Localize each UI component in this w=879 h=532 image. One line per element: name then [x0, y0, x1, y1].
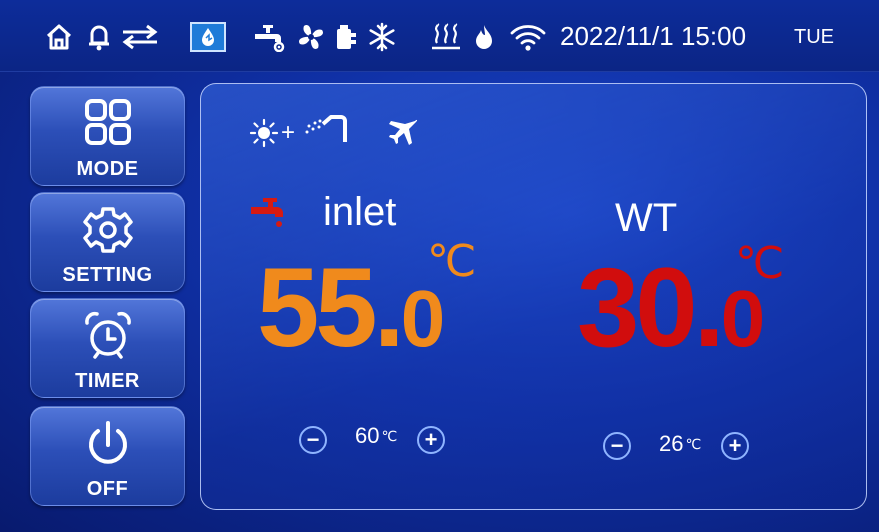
inlet-decrease-button[interactable]: −	[299, 426, 327, 454]
sun-icon	[249, 118, 279, 148]
inlet-increase-button[interactable]: +	[417, 426, 445, 454]
mode-label: MODE	[76, 158, 139, 180]
wt-setpoint-value: 26	[659, 431, 684, 456]
airplane-icon	[387, 118, 419, 148]
off-label: OFF	[86, 478, 129, 500]
inlet-temp-decimal: 0	[400, 274, 445, 363]
grid-icon	[31, 97, 184, 151]
setting-button[interactable]: SETTING	[30, 192, 185, 292]
power-button[interactable]: OFF	[30, 406, 185, 506]
wt-increase-button[interactable]: +	[721, 432, 749, 460]
inlet-temperature: 55.0	[257, 252, 445, 364]
wt-temp-unit: ℃	[735, 239, 785, 288]
timer-button[interactable]: TIMER	[30, 298, 185, 398]
setting-label: SETTING	[62, 264, 153, 286]
date-time[interactable]: 2022/11/1 15:00	[560, 18, 746, 54]
inlet-setpoint-value: 60	[355, 423, 380, 448]
swap-arrows-icon	[120, 22, 160, 52]
flame-icon	[473, 22, 495, 52]
compressor-icon	[333, 22, 359, 52]
mode-button[interactable]: MODE	[30, 86, 185, 186]
wt-temp-integer: 30	[577, 245, 698, 370]
alarm-clock-icon	[31, 309, 184, 363]
timer-label: TIMER	[75, 370, 140, 392]
main-panel: + inlet 55.0 ℃ − 60℃ + WT 30.0 ℃ − 26℃	[200, 83, 867, 510]
faucet-gear-icon	[253, 22, 287, 52]
gear-icon	[31, 203, 184, 257]
wt-decrease-button[interactable]: −	[603, 432, 631, 460]
wt-setpoint-unit: ℃	[685, 436, 702, 452]
inlet-temp-dot: .	[373, 245, 405, 370]
home-icon[interactable]	[44, 22, 74, 52]
screen: 2022/11/1 15:00 TUE MODE SETTING TIMER O…	[0, 0, 879, 532]
water-drop-icon	[190, 22, 226, 52]
faucet-icon	[249, 196, 287, 232]
plus-icon: +	[281, 119, 296, 146]
wifi-icon[interactable]	[508, 22, 548, 52]
shower-icon	[301, 114, 351, 148]
fan-icon	[295, 22, 327, 52]
inlet-temp-unit: ℃	[427, 237, 477, 286]
inlet-temp-integer: 55	[257, 245, 378, 370]
heating-icon	[430, 22, 462, 52]
wt-setpoint: 26 ℃	[659, 430, 701, 458]
weekday: TUE	[794, 26, 834, 48]
wt-label: WT	[615, 196, 678, 240]
inlet-setpoint: 60 ℃	[355, 422, 397, 450]
inlet-setpoint-unit: ℃	[381, 428, 398, 444]
snowflake-icon	[366, 22, 398, 52]
wt-temperature: 30.0	[577, 252, 765, 364]
power-icon	[31, 417, 184, 471]
bell-icon[interactable]	[86, 22, 112, 52]
inlet-label: inlet	[323, 190, 397, 234]
status-bar: 2022/11/1 15:00 TUE	[0, 0, 879, 72]
wt-temp-dot: .	[693, 245, 725, 370]
